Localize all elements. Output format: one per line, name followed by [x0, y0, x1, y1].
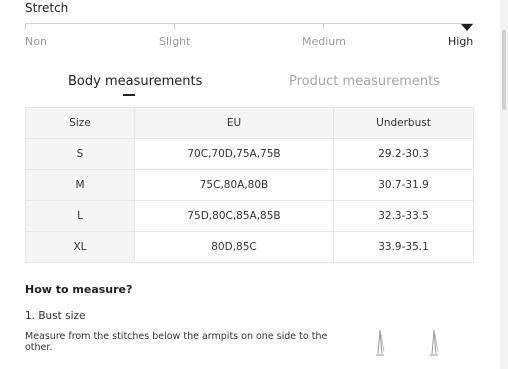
header-eu: EU: [134, 107, 334, 139]
stretch-selected-marker-icon: [461, 24, 473, 31]
eu-cell: 70C,70D,75A,75B: [134, 138, 334, 170]
underbust-cell: 33.9-35.1: [333, 231, 474, 263]
scrollbar-thumb[interactable]: [502, 30, 506, 110]
table-row: M 75C,80A,80B 30.7-31.9: [25, 169, 474, 201]
stretch-tick-medium: [323, 23, 324, 29]
header-size: Size: [25, 107, 135, 139]
tab-product-measurements[interactable]: Product measurements: [289, 74, 440, 89]
stretch-title: Stretch: [25, 1, 69, 15]
table-row: XL 80D,85C 33.9-35.1: [25, 231, 474, 263]
stretch-level-high: High: [448, 35, 474, 48]
stretch-level-slight: Slight: [159, 35, 191, 48]
tab-body-measurements[interactable]: Body measurements: [68, 74, 202, 89]
size-cell: L: [25, 200, 135, 232]
step-bust-size-title: 1. Bust size: [25, 310, 86, 322]
stretch-tick-non: [25, 23, 26, 29]
table-header-row: Size EU Underbust: [25, 107, 474, 139]
size-table: Size EU Underbust S 70C,70D,75A,75B 29.2…: [25, 107, 474, 263]
stretch-level-non: Non: [25, 35, 47, 48]
size-cell: XL: [25, 231, 135, 263]
bust-measure-illustration-icon: [376, 329, 385, 356]
active-tab-indicator: [123, 94, 135, 96]
step-bust-size-description: Measure from the stitches below the armp…: [25, 331, 328, 353]
size-cell: S: [25, 138, 135, 170]
size-cell: M: [25, 169, 135, 201]
eu-cell: 80D,85C: [134, 231, 334, 263]
stretch-track: [25, 23, 473, 24]
bust-measure-illustration-icon: [430, 329, 439, 356]
underbust-cell: 32.3-33.5: [333, 200, 474, 232]
stretch-tick-slight: [174, 23, 175, 29]
underbust-cell: 29.2-30.3: [333, 138, 474, 170]
eu-cell: 75C,80A,80B: [134, 169, 334, 201]
stretch-level-medium: Medium: [302, 35, 346, 48]
eu-cell: 75D,80C,85A,85B: [134, 200, 334, 232]
table-row: S 70C,70D,75A,75B 29.2-30.3: [25, 138, 474, 170]
underbust-cell: 30.7-31.9: [333, 169, 474, 201]
how-to-measure-title: How to measure?: [25, 283, 133, 296]
table-row: L 75D,80C,85A,85B 32.3-33.5: [25, 200, 474, 232]
header-underbust: Underbust: [333, 107, 474, 139]
